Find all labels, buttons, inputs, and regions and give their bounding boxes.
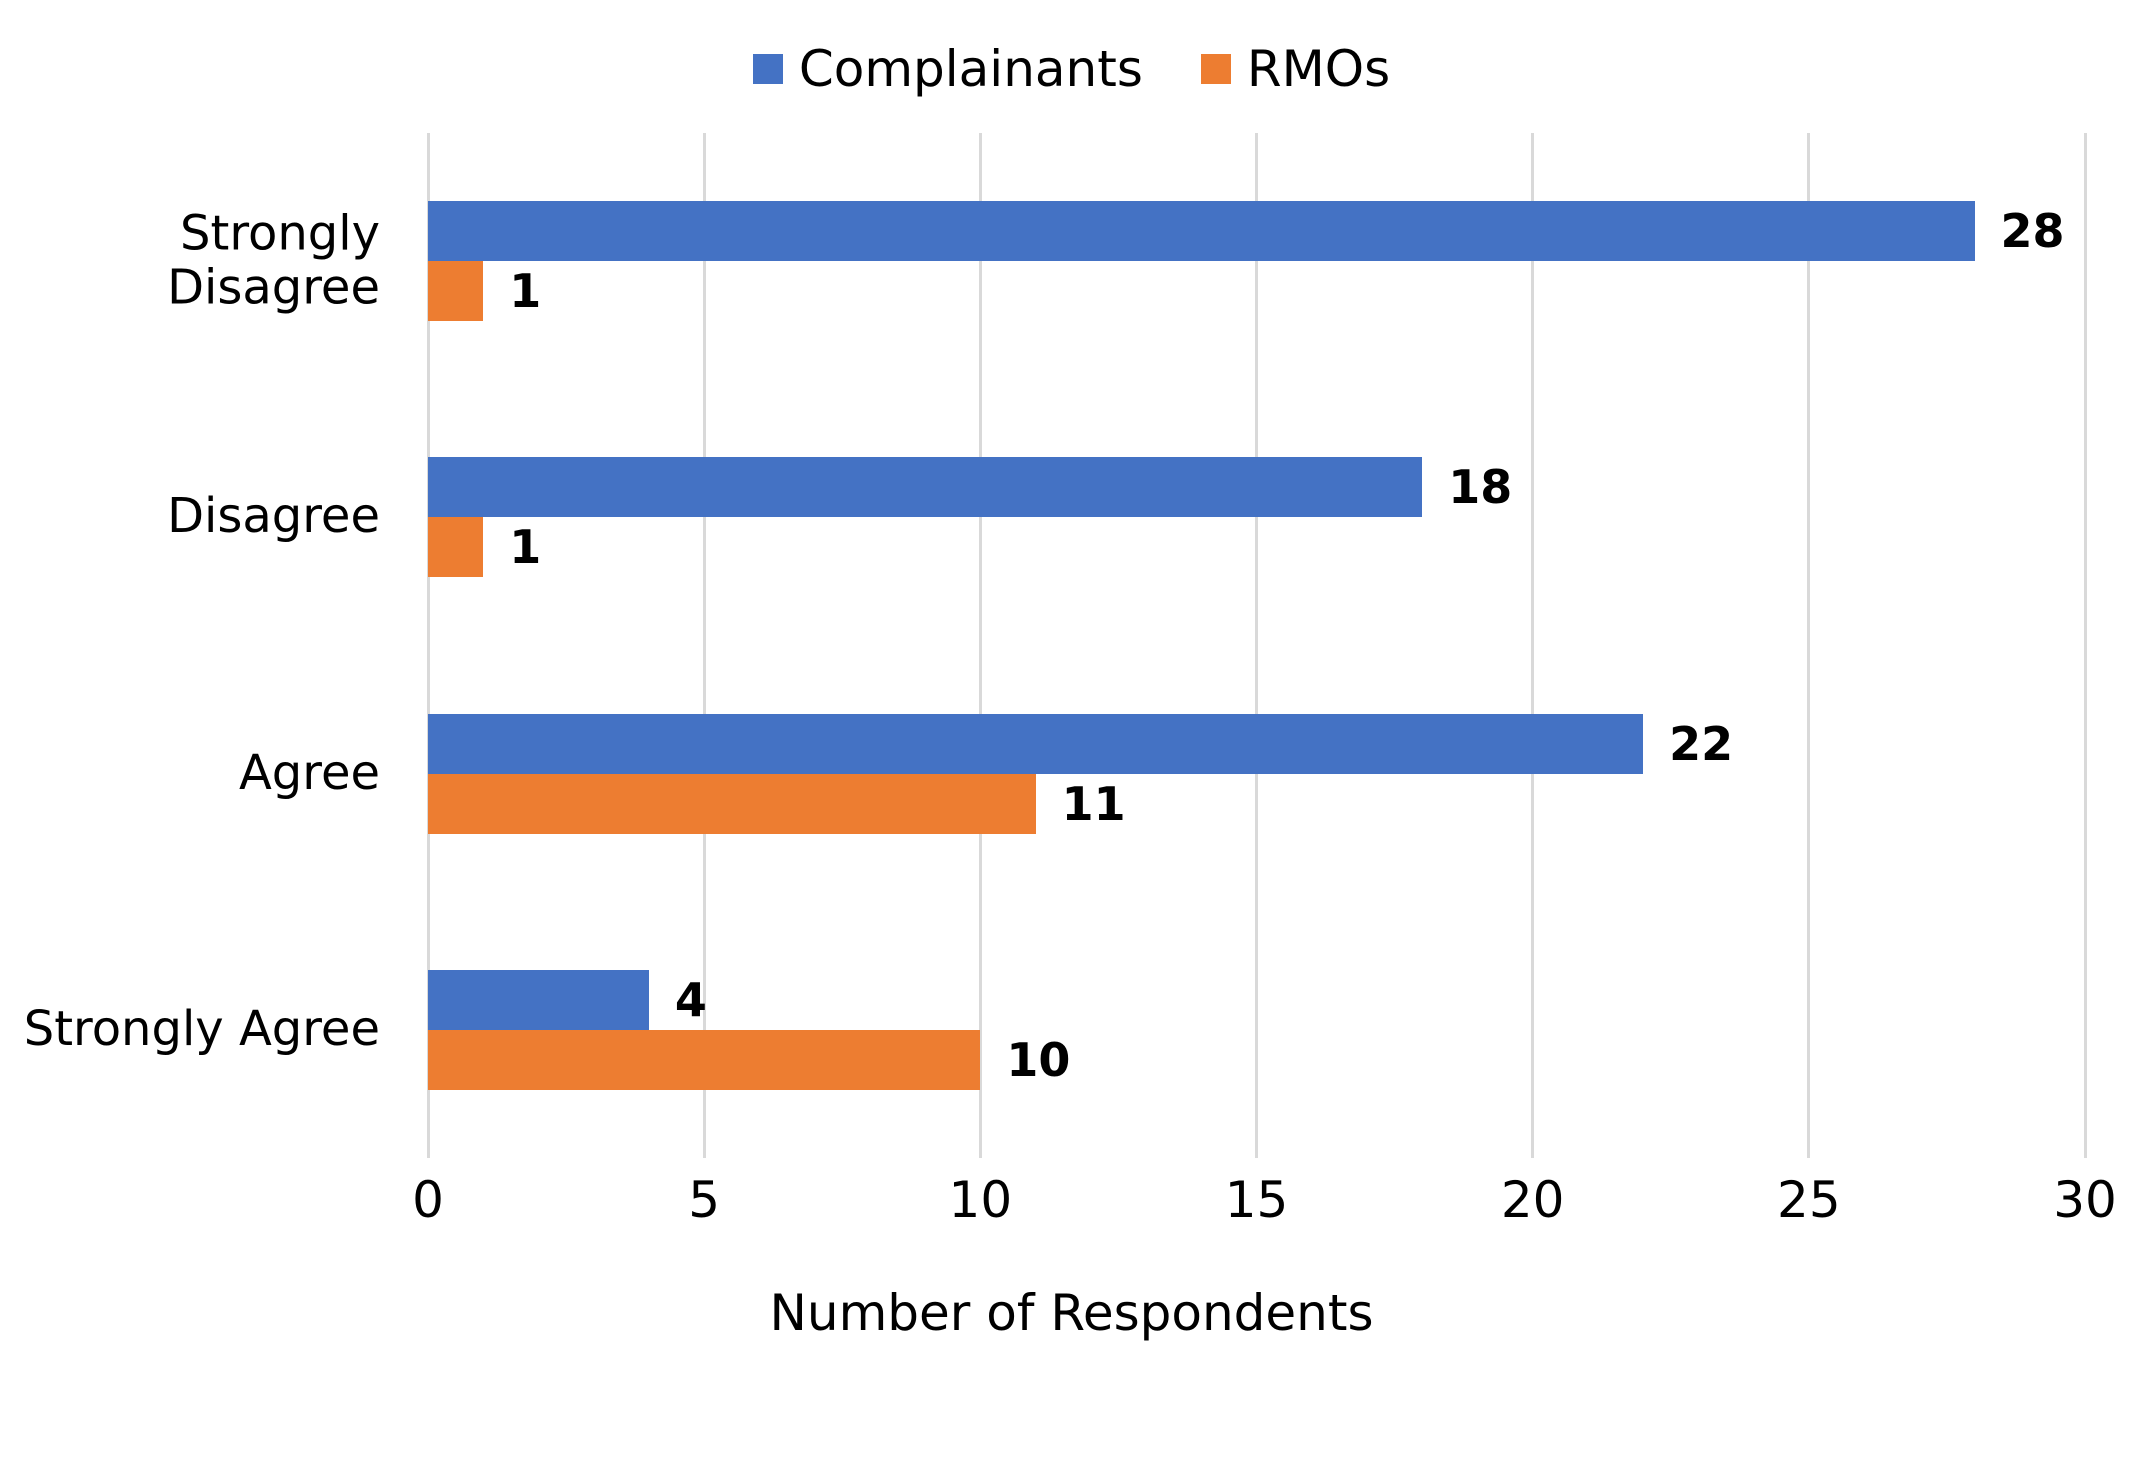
x-tick-label-10: 10 bbox=[948, 1171, 1013, 1229]
bar-value-label: 11 bbox=[1061, 776, 1126, 831]
x-axis-title: Number of Respondents bbox=[769, 1284, 1374, 1342]
bar-group: 18 1 bbox=[428, 457, 2085, 578]
bar-rmos[interactable] bbox=[428, 261, 484, 322]
bar-value-label: 1 bbox=[509, 520, 542, 575]
bar-value-label: 28 bbox=[2000, 204, 2065, 259]
bar-row: 1 bbox=[428, 517, 2085, 578]
x-tick-label-30: 30 bbox=[2053, 1171, 2117, 1229]
y-axis-label-line: Strongly bbox=[180, 205, 380, 262]
bar-complainants[interactable] bbox=[428, 201, 1975, 262]
bar-complainants[interactable] bbox=[428, 713, 1644, 774]
bar-group: 22 11 bbox=[428, 713, 2085, 834]
bar-value-label: 22 bbox=[1669, 716, 1734, 771]
y-axis-label-line: Disagree bbox=[167, 259, 380, 316]
bar-row: 28 bbox=[428, 201, 2085, 262]
bar-value-label: 10 bbox=[1006, 1032, 1071, 1087]
plot-area: 28 1 18 1 22 11 4 10 bbox=[426, 133, 2087, 1158]
y-axis-label-disagree: Disagree bbox=[0, 488, 380, 545]
y-axis-label-line: Agree bbox=[238, 744, 380, 801]
bar-value-label: 4 bbox=[674, 972, 707, 1027]
x-tick-label-15: 15 bbox=[1224, 1171, 1289, 1229]
bar-row: 4 bbox=[428, 969, 2085, 1030]
bar-row: 11 bbox=[428, 773, 2085, 834]
y-axis-label-line: Disagree bbox=[167, 488, 380, 545]
y-axis-label-line: Strongly Agree bbox=[23, 1001, 380, 1057]
y-axis-label-agree: Agree bbox=[0, 744, 380, 801]
bar-value-label: 18 bbox=[1448, 460, 1513, 515]
x-tick-label-20: 20 bbox=[1500, 1171, 1565, 1229]
bar-groups: 28 1 18 1 22 11 4 10 bbox=[428, 133, 2085, 1158]
bar-row: 22 bbox=[428, 713, 2085, 774]
x-axis-tick-labels: 0 5 10 15 20 25 30 bbox=[412, 1171, 2117, 1245]
bar-row: 18 bbox=[428, 457, 2085, 518]
bar-value-label: 1 bbox=[509, 264, 542, 319]
x-tick-label-25: 25 bbox=[1777, 1171, 1841, 1229]
bar-rmos[interactable] bbox=[428, 517, 484, 578]
x-tick-label-5: 5 bbox=[688, 1171, 721, 1229]
y-axis-category-labels: Strongly Disagree Disagree Agree Strongly Ag… bbox=[0, 133, 404, 1158]
bar-rmos[interactable] bbox=[428, 1029, 981, 1090]
legend-label-complainants: Complainants bbox=[798, 40, 1143, 98]
legend-item-complainants[interactable]: Complainants bbox=[752, 40, 1143, 98]
legend-label-rmos: RMOs bbox=[1246, 40, 1391, 98]
chart-legend: Complainants RMOs bbox=[0, 44, 2143, 94]
bar-complainants[interactable] bbox=[428, 457, 1423, 518]
bar-chart: Complainants RMOs Strongly Disagree Disagr… bbox=[0, 0, 2143, 1460]
bar-complainants[interactable] bbox=[428, 969, 649, 1030]
bar-row: 10 bbox=[428, 1029, 2085, 1090]
bar-row: 1 bbox=[428, 261, 2085, 322]
legend-swatch-square-icon bbox=[1200, 54, 1231, 84]
x-tick-label-0: 0 bbox=[412, 1171, 444, 1229]
bar-group: 4 10 bbox=[428, 969, 2085, 1090]
legend-item-rmos[interactable]: RMOs bbox=[1200, 40, 1391, 98]
y-axis-label-strongly-disagree: Strongly Disagree bbox=[0, 207, 380, 315]
legend-swatch-square-icon bbox=[752, 54, 783, 84]
bar-rmos[interactable] bbox=[428, 773, 1036, 834]
bar-group: 28 1 bbox=[428, 201, 2085, 322]
y-axis-label-strongly-agree: Strongly Agree bbox=[0, 1001, 380, 1057]
